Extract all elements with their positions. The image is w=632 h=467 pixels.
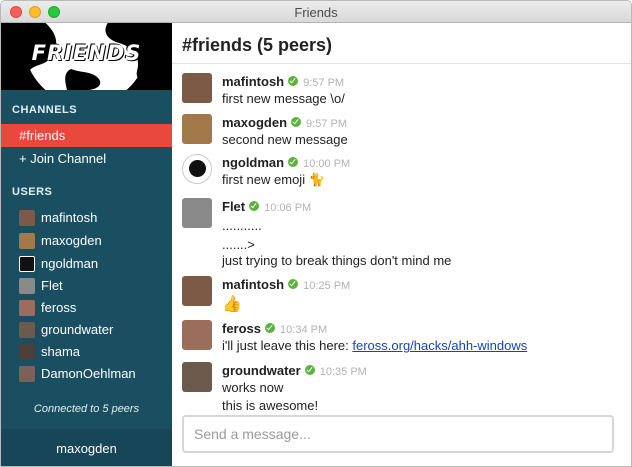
channels-heading: CHANNELS (12, 104, 78, 116)
sidebar: FRIENDS CHANNELS #friends + Join Channel… (1, 23, 172, 466)
chat-main: #friends (5 peers) mafintosh 9:57 PM firs… (172, 23, 631, 466)
user-name: feross (41, 300, 77, 315)
avatar (19, 256, 35, 272)
avatar[interactable] (182, 73, 212, 103)
connection-status: Connected to 5 peers (33, 403, 140, 415)
message-text: .......> (222, 237, 255, 252)
message-author[interactable]: mafintosh (222, 74, 284, 89)
message-header: mafintosh 10:25 PM (222, 276, 350, 292)
verified-icon (288, 76, 299, 86)
message-text: first new message \o/ (222, 91, 345, 106)
avatar (19, 210, 35, 226)
avatar (19, 366, 35, 382)
message-time: 9:57 PM (303, 77, 345, 89)
user-name: groundwater (41, 322, 114, 337)
message-link[interactable]: feross.org/hacks/ahh-windows (352, 338, 527, 353)
avatar (19, 344, 35, 360)
message-time: 10:00 PM (303, 158, 351, 170)
avatar (19, 233, 35, 249)
message-header: ngoldman 10:00 PM (222, 154, 350, 170)
message-author[interactable]: groundwater (222, 363, 301, 378)
verified-icon (288, 279, 299, 289)
current-user[interactable]: maxogden (1, 429, 172, 466)
title-bar: Friends (1, 1, 631, 23)
message-time: 10:25 PM (303, 280, 351, 292)
message-text: ........... (222, 218, 262, 233)
message-text: works now (222, 380, 284, 395)
avatar (19, 300, 35, 316)
message-author[interactable]: ngoldman (222, 155, 284, 170)
thumbs-up-emoji: 👍 (222, 296, 242, 313)
verified-icon (249, 201, 260, 211)
message-time: 10:35 PM (319, 366, 367, 378)
avatar[interactable] (182, 154, 212, 184)
message-header: mafintosh 9:57 PM (222, 73, 344, 89)
message-text: this is awesome! (222, 398, 319, 413)
message-header: maxogden 9:57 PM (222, 114, 347, 130)
message-time: 10:34 PM (280, 324, 328, 336)
avatar[interactable] (182, 198, 212, 228)
app-logo: FRIENDS (1, 23, 172, 90)
user-name: Flet (41, 278, 63, 293)
message-composer (182, 415, 614, 453)
message-author[interactable]: maxogden (222, 115, 287, 130)
avatar[interactable] (182, 276, 212, 306)
channel-friends[interactable]: #friends (1, 124, 172, 147)
verified-icon (304, 365, 315, 375)
message-header: groundwater 10:35 PM (222, 362, 367, 378)
user-name: ngoldman (41, 256, 99, 271)
users-heading: USERS (12, 186, 53, 198)
message-text: just trying to break things don't mind m… (222, 253, 452, 268)
avatar (19, 322, 35, 338)
avatar (19, 278, 35, 294)
avatar[interactable] (182, 362, 212, 392)
message-text: second new message (222, 132, 348, 147)
message-time: 9:57 PM (306, 118, 347, 130)
join-channel-button[interactable]: + Join Channel (1, 147, 172, 170)
channel-title: #friends (5 peers) (182, 35, 333, 55)
window-title: Friends (294, 5, 338, 20)
message-text: i'll just leave this here: feross.org/ha… (222, 338, 527, 353)
verified-icon (288, 157, 299, 167)
message-input[interactable] (184, 417, 612, 451)
user-name: DamonOehlman (41, 366, 136, 381)
message-text: first new emoji 🐈 (222, 172, 325, 187)
app-window: Friends FRIENDS CHANNELS #friends + Join… (0, 0, 632, 467)
avatar[interactable] (182, 114, 212, 144)
message-author[interactable]: feross (222, 321, 261, 336)
message-header: feross 10:34 PM (222, 320, 327, 336)
user-name: maxogden (41, 233, 102, 248)
header-divider (172, 63, 631, 64)
user-name: mafintosh (41, 210, 98, 225)
verified-icon (265, 323, 276, 333)
message-text-prefix: i'll just leave this here: (222, 338, 353, 353)
message-time: 10:06 PM (264, 202, 312, 214)
verified-icon (291, 117, 302, 127)
message-author[interactable]: mafintosh (222, 277, 284, 292)
avatar[interactable] (182, 320, 212, 350)
message-header: Flet 10:06 PM (222, 198, 311, 214)
logo-text: FRIENDS (31, 41, 142, 65)
user-name: shama (41, 344, 81, 359)
message-author[interactable]: Flet (222, 199, 245, 214)
